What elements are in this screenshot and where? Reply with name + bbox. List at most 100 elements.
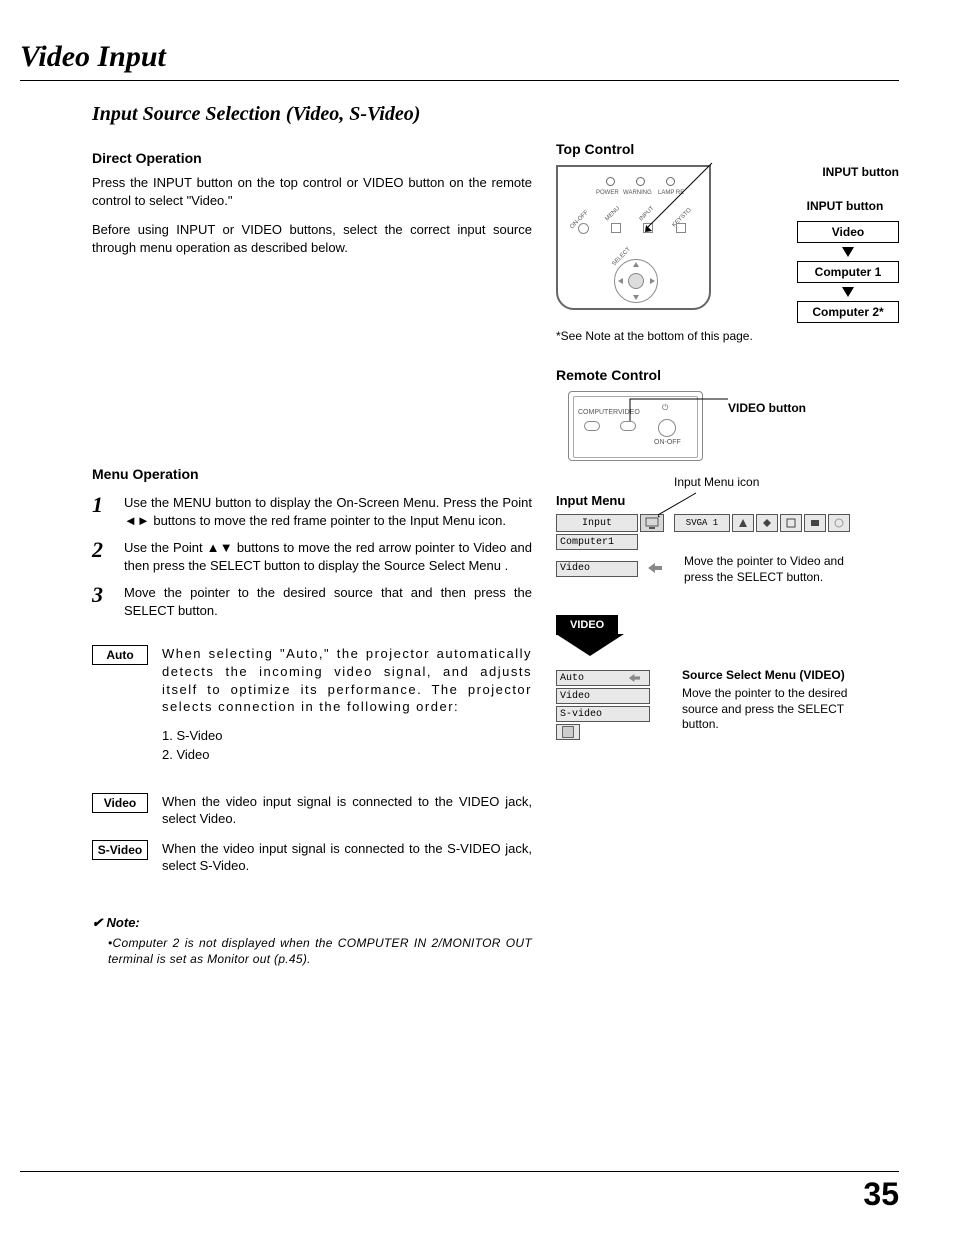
input-menu-row-video: Video — [556, 561, 638, 577]
video-tab: VIDEO — [556, 615, 618, 635]
input-menu-label: Input — [556, 514, 638, 532]
input-menu-heading: Input Menu — [556, 493, 899, 508]
remote-control-heading: Remote Control — [556, 367, 899, 383]
mode-auto-order-2: 2. Video — [162, 745, 532, 765]
source-menu-row-video: Video — [556, 688, 650, 704]
source-menu-block: Auto Video S-video — [556, 668, 650, 740]
device-label-menu: MENU — [604, 206, 621, 223]
remote-onoff-label: ON-OFF — [654, 439, 681, 446]
source-menu-auto-text: Auto — [560, 673, 584, 684]
input-menu-icon-pointer — [658, 491, 698, 517]
input-menu-row-computer1: Computer1 — [556, 534, 638, 550]
note-head: Note: — [107, 915, 140, 930]
device-onoff-btn — [578, 223, 589, 234]
step-3-text: Move the pointer to the desired source t… — [124, 584, 532, 619]
flow-arrow-2 — [842, 287, 854, 297]
option-box-video: Video — [797, 221, 899, 243]
menu-icon-3 — [780, 514, 802, 532]
source-menu-row-svideo: S-video — [556, 706, 650, 722]
direct-operation-heading: Direct Operation — [92, 150, 532, 166]
input-button-flow-label: INPUT button — [791, 199, 899, 213]
led-warning — [636, 177, 645, 186]
remote-inner-panel: COMPUTER VIDEO ⏻ ON-OFF — [573, 396, 698, 458]
nav-left-icon — [618, 278, 623, 284]
flow-arrow-1 — [842, 247, 854, 257]
nav-ring-center — [628, 273, 644, 289]
device-label-power: POWER — [596, 190, 619, 196]
page-title: Video Input — [20, 40, 899, 74]
device-menu-btn — [611, 223, 621, 233]
input-menu-block: Input Menu icon Input Menu Input SVGA 1 — [556, 493, 899, 740]
input-menu-icon-svg — [645, 517, 659, 529]
menu-icon-1 — [732, 514, 754, 532]
menu-icon-2 — [756, 514, 778, 532]
see-note-text: *See Note at the bottom of this page. — [556, 329, 899, 343]
right-column: Top Control POWER WARNING LAMP RE ON-OFF… — [556, 103, 899, 967]
direct-operation-p1: Press the INPUT button on the top contro… — [92, 174, 532, 209]
top-control-heading: Top Control — [556, 141, 899, 157]
mode-auto-row: Auto When selecting "Auto," the projecto… — [92, 645, 532, 780]
input-menu-move-pointer: Move the pointer to Video and press the … — [684, 554, 854, 585]
video-button-label: VIDEO button — [728, 401, 806, 415]
step-2-text: Use the Point ▲▼ buttons to move the red… — [124, 539, 532, 574]
step-1: 1 Use the MENU button to display the On-… — [92, 494, 532, 529]
step-number-2: 2 — [92, 539, 112, 574]
input-pointer-line — [648, 157, 728, 227]
step-number-3: 3 — [92, 584, 112, 619]
source-menu-auto-pointer-icon — [629, 674, 643, 682]
remote-computer-btn — [584, 421, 600, 431]
page-header-rule — [20, 80, 899, 81]
note-section: ✔ Note: •Computer 2 is not displayed whe… — [92, 915, 532, 967]
video-flow-block: VIDEO — [556, 615, 899, 656]
nav-down-icon — [633, 295, 639, 300]
mode-video-row: Video When the video input signal is con… — [92, 793, 532, 828]
remote-control-device: COMPUTER VIDEO ⏻ ON-OFF — [568, 391, 703, 461]
left-column: Input Source Selection (Video, S-Video) … — [92, 103, 532, 967]
page-container: Video Input Input Source Selection (Vide… — [0, 0, 954, 997]
top-control-device: POWER WARNING LAMP RE ON-OFF MENU INPUT … — [556, 165, 711, 310]
step-1-text: Use the MENU button to display the On-Sc… — [124, 494, 532, 529]
top-control-flow: INPUT button INPUT button Video Computer… — [721, 165, 899, 323]
source-menu-return-row — [556, 724, 580, 740]
menu-icon-4 — [804, 514, 826, 532]
mode-video-desc: When the video input signal is connected… — [162, 793, 532, 828]
note-body: •Computer 2 is not displayed when the CO… — [92, 935, 532, 967]
content-columns: Input Source Selection (Video, S-Video) … — [20, 103, 899, 967]
top-control-row: POWER WARNING LAMP RE ON-OFF MENU INPUT … — [556, 165, 899, 323]
mode-svideo-row: S-Video When the video input signal is c… — [92, 840, 532, 875]
nav-up-icon — [633, 262, 639, 267]
page-footer: 35 — [0, 1171, 954, 1213]
source-menu-desc: Move the pointer to the desired source a… — [682, 686, 862, 733]
remote-computer-label: COMPUTER — [578, 409, 618, 416]
mode-auto-desc: When selecting "Auto," the projector aut… — [162, 645, 532, 715]
mode-svideo-desc: When the video input signal is connected… — [162, 840, 532, 875]
source-menu-heading: Source Select Menu (VIDEO) — [682, 668, 862, 682]
source-menu-row-auto: Auto — [556, 670, 650, 686]
remote-control-block: COMPUTER VIDEO ⏻ ON-OFF VIDEO button — [556, 391, 899, 461]
menu-operation-heading: Menu Operation — [92, 466, 532, 482]
nav-right-icon — [650, 278, 655, 284]
option-box-computer1: Computer 1 — [797, 261, 899, 283]
mode-auto-list: 1. S-Video 2. Video — [162, 726, 532, 765]
return-icon — [562, 726, 574, 738]
subheading: Input Source Selection (Video, S-Video) — [92, 103, 532, 126]
step-3: 3 Move the pointer to the desired source… — [92, 584, 532, 619]
page-footer-rule — [20, 1171, 899, 1172]
input-menu-bar: Input SVGA 1 — [556, 514, 899, 532]
mode-auto-label: Auto — [92, 645, 148, 665]
step-number-1: 1 — [92, 494, 112, 529]
step-2: 2 Use the Point ▲▼ buttons to move the r… — [92, 539, 532, 574]
mode-video-label: Video — [92, 793, 148, 813]
remote-video-pointer-line — [626, 393, 736, 425]
menu-icon-5 — [828, 514, 850, 532]
mode-svideo-label: S-Video — [92, 840, 148, 860]
option-box-computer2: Computer 2* — [797, 301, 899, 323]
note-head-prefix: ✔ — [92, 915, 103, 930]
input-button-arrow-label: INPUT button — [721, 165, 899, 179]
input-menu-video-pointer-icon — [648, 563, 666, 573]
direct-operation-p2: Before using INPUT or VIDEO buttons, sel… — [92, 221, 532, 256]
mode-auto-order-1: 1. S-Video — [162, 726, 532, 746]
input-menu-icon-label: Input Menu icon — [674, 475, 759, 489]
page-number: 35 — [20, 1176, 899, 1213]
big-arrow-down-icon — [556, 634, 624, 656]
